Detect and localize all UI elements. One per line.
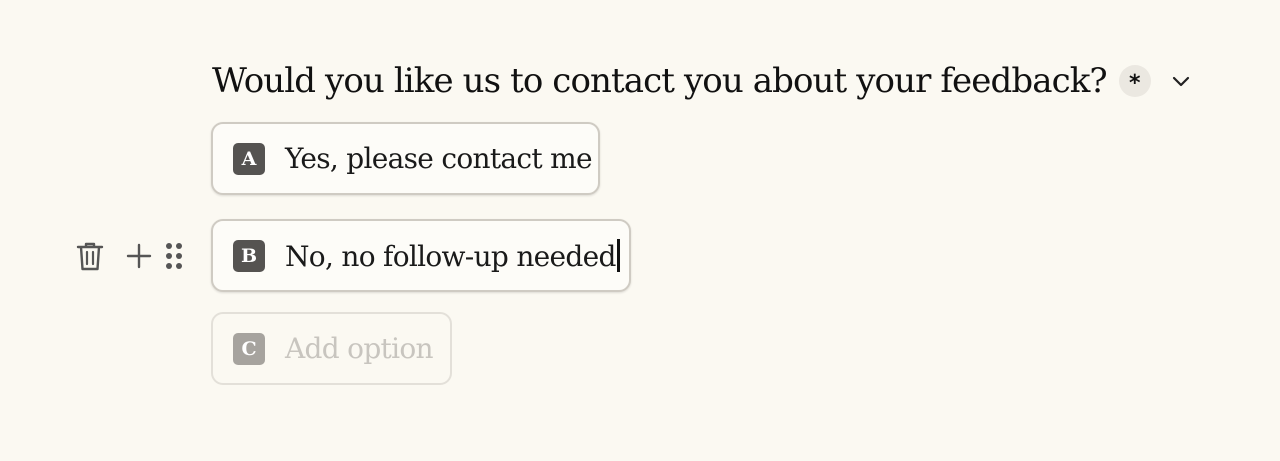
option-label-b[interactable]: No, no follow-up needed <box>285 238 620 273</box>
drag-handle[interactable] <box>160 238 188 274</box>
option-text-b: No, no follow-up needed <box>285 239 616 273</box>
plus-icon <box>126 243 152 269</box>
required-badge: * <box>1118 65 1151 97</box>
option-b[interactable]: B No, no follow-up needed <box>211 219 631 292</box>
option-label-a[interactable]: Yes, please contact me <box>285 142 593 175</box>
add-option-placeholder[interactable]: Add option <box>285 332 434 365</box>
chevron-down-icon <box>1172 76 1189 87</box>
drag-handle-icon <box>166 243 182 269</box>
option-row-tools <box>70 238 188 274</box>
add-option-button[interactable] <box>119 238 159 274</box>
trash-icon <box>76 242 104 271</box>
option-key-b: B <box>233 239 265 272</box>
question-title[interactable]: Would you like us to contact you about y… <box>212 58 1108 104</box>
option-key-c: C <box>233 332 265 365</box>
option-key-a: A <box>233 142 265 175</box>
add-option-field[interactable]: C Add option <box>211 312 452 385</box>
collapse-button[interactable] <box>1165 65 1197 97</box>
asterisk-icon: * <box>1129 71 1141 96</box>
question-header: Would you like us to contact you about y… <box>212 58 1197 104</box>
text-cursor <box>616 238 620 272</box>
delete-option-button[interactable] <box>70 238 110 274</box>
option-a[interactable]: A Yes, please contact me <box>211 122 600 195</box>
